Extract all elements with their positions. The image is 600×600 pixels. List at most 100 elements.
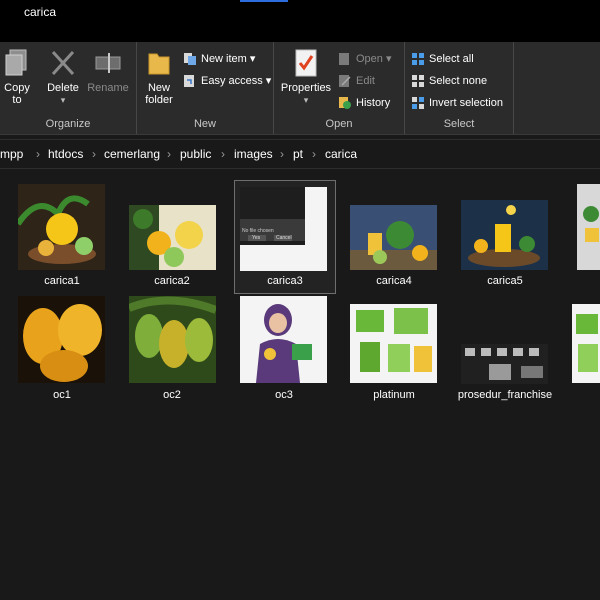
breadcrumb-separator: › bbox=[167, 147, 171, 161]
history-label: History bbox=[356, 97, 391, 109]
easy-access-label: Easy access ▾ bbox=[201, 75, 272, 87]
select-none-icon bbox=[412, 75, 424, 88]
open-icon bbox=[339, 53, 349, 66]
file-name: platinum bbox=[373, 389, 415, 401]
breadcrumb-separator: › bbox=[92, 147, 96, 161]
select-all-label: Select all bbox=[429, 53, 474, 65]
easy-access-button[interactable]: Easy access ▾ bbox=[183, 72, 271, 90]
image-thumbnail-icon bbox=[129, 205, 216, 270]
file-item[interactable]: oc1 bbox=[12, 294, 112, 406]
file-name: carica5 bbox=[487, 275, 523, 287]
breadcrumb-separator: › bbox=[280, 147, 284, 161]
file-name: oc2 bbox=[163, 389, 181, 401]
image-thumbnail-icon bbox=[577, 184, 600, 270]
breadcrumb-separator: › bbox=[36, 147, 40, 161]
file-name: carica4 bbox=[376, 275, 412, 287]
file-name: prosedur_franchise bbox=[457, 389, 553, 401]
edit-icon bbox=[339, 75, 351, 88]
rename-label: Rename bbox=[87, 82, 129, 94]
file-item[interactable] bbox=[566, 294, 600, 406]
select-none-label: Select none bbox=[429, 75, 488, 87]
group-open: Properties ▾ Open ▾ Edit History Open bbox=[274, 42, 405, 134]
breadcrumb-images[interactable]: images bbox=[234, 147, 273, 161]
breadcrumb-carica[interactable]: carica bbox=[325, 147, 357, 161]
group-select: Select all Select none Invert selection … bbox=[405, 42, 514, 134]
file-item[interactable] bbox=[566, 180, 600, 292]
active-tab-indicator bbox=[240, 0, 288, 2]
group-organize: Copy to Delete ▾ Rename Organize bbox=[0, 42, 137, 134]
history-button[interactable]: History bbox=[338, 94, 390, 112]
image-thumbnail-icon bbox=[18, 184, 105, 270]
copy-icon bbox=[5, 49, 27, 76]
new-folder-label: New folder bbox=[145, 82, 173, 106]
history-icon bbox=[339, 97, 351, 110]
thumb-text: Yes bbox=[252, 235, 261, 241]
properties-label: Properties bbox=[280, 82, 332, 94]
properties-button[interactable]: Properties ▾ bbox=[280, 48, 332, 106]
image-thumbnail-icon bbox=[461, 344, 548, 384]
rename-button[interactable]: Rename bbox=[86, 48, 130, 94]
file-item[interactable]: platinum bbox=[344, 294, 444, 406]
image-thumbnail-icon bbox=[240, 296, 327, 383]
title-bar: carica bbox=[0, 0, 600, 42]
invert-selection-label: Invert selection bbox=[429, 97, 503, 109]
image-thumbnail-icon bbox=[350, 205, 437, 270]
new-item-button[interactable]: New item ▾ bbox=[183, 50, 255, 68]
image-thumbnail-icon bbox=[18, 296, 105, 383]
edit-label: Edit bbox=[356, 75, 375, 87]
file-item[interactable]: carica5 bbox=[455, 180, 555, 292]
file-item[interactable]: No file chosen Yes Cancel carica3 bbox=[234, 180, 336, 294]
file-item[interactable]: oc2 bbox=[122, 294, 222, 406]
open-button[interactable]: Open ▾ bbox=[338, 50, 392, 68]
open-label: Open ▾ bbox=[356, 53, 392, 65]
edit-button[interactable]: Edit bbox=[338, 72, 375, 90]
address-bar[interactable]: mpp › htdocs › cemerlang › public › imag… bbox=[0, 139, 600, 169]
breadcrumb-mpp[interactable]: mpp bbox=[0, 147, 23, 161]
file-view: carica1 carica2 No file chosen Yes Cance… bbox=[0, 170, 600, 600]
breadcrumb-htdocs[interactable]: htdocs bbox=[48, 147, 83, 161]
file-item[interactable]: carica4 bbox=[344, 180, 444, 292]
new-folder-button[interactable]: New folder bbox=[141, 48, 177, 106]
delete-x-icon bbox=[51, 50, 75, 76]
thumb-text: Cancel bbox=[276, 235, 292, 241]
thumb-text: No file chosen bbox=[242, 228, 274, 234]
invert-selection-button[interactable]: Invert selection bbox=[411, 94, 503, 112]
file-item[interactable]: carica2 bbox=[122, 180, 222, 292]
image-thumbnail-icon bbox=[129, 296, 216, 383]
select-none-button[interactable]: Select none bbox=[411, 72, 487, 90]
file-item[interactable]: oc3 bbox=[234, 294, 334, 406]
group-new: New folder New item ▾ Easy access ▾ New bbox=[137, 42, 274, 134]
breadcrumb-cemerlang[interactable]: cemerlang bbox=[104, 147, 160, 161]
delete-label: Delete bbox=[47, 82, 79, 94]
image-thumbnail-icon bbox=[350, 304, 437, 383]
open-group-label: Open bbox=[325, 118, 353, 130]
folder-icon bbox=[148, 53, 170, 75]
copy-to-button[interactable]: Copy to bbox=[2, 48, 32, 106]
breadcrumb-separator: › bbox=[312, 147, 316, 161]
file-name: carica3 bbox=[267, 275, 303, 287]
easy-access-icon bbox=[184, 75, 194, 88]
delete-button[interactable]: Delete ▾ bbox=[45, 48, 81, 106]
file-name: oc1 bbox=[53, 389, 71, 401]
new-group-label: New bbox=[193, 118, 216, 130]
window-title: carica bbox=[24, 5, 57, 19]
file-name: carica1 bbox=[44, 275, 80, 287]
organize-group-label: Organize bbox=[45, 118, 91, 130]
rename-icon bbox=[95, 53, 121, 73]
breadcrumb-pt[interactable]: pt bbox=[293, 147, 303, 161]
select-all-button[interactable]: Select all bbox=[411, 50, 474, 68]
image-thumbnail-icon: No file chosen Yes Cancel bbox=[240, 187, 327, 271]
breadcrumb-public[interactable]: public bbox=[180, 147, 211, 161]
file-item[interactable]: carica1 bbox=[12, 180, 112, 292]
select-all-icon bbox=[412, 53, 424, 66]
breadcrumb-separator: › bbox=[221, 147, 225, 161]
invert-selection-icon bbox=[412, 97, 424, 110]
image-thumbnail-icon bbox=[461, 200, 548, 270]
new-item-label: New item ▾ bbox=[201, 53, 256, 65]
properties-icon bbox=[295, 49, 317, 77]
copy-to-label: Copy to bbox=[4, 82, 30, 106]
new-item-icon bbox=[184, 53, 196, 66]
select-group-label: Select bbox=[443, 118, 475, 130]
file-item[interactable]: prosedur_franchise bbox=[455, 294, 555, 422]
file-name: carica2 bbox=[154, 275, 190, 287]
